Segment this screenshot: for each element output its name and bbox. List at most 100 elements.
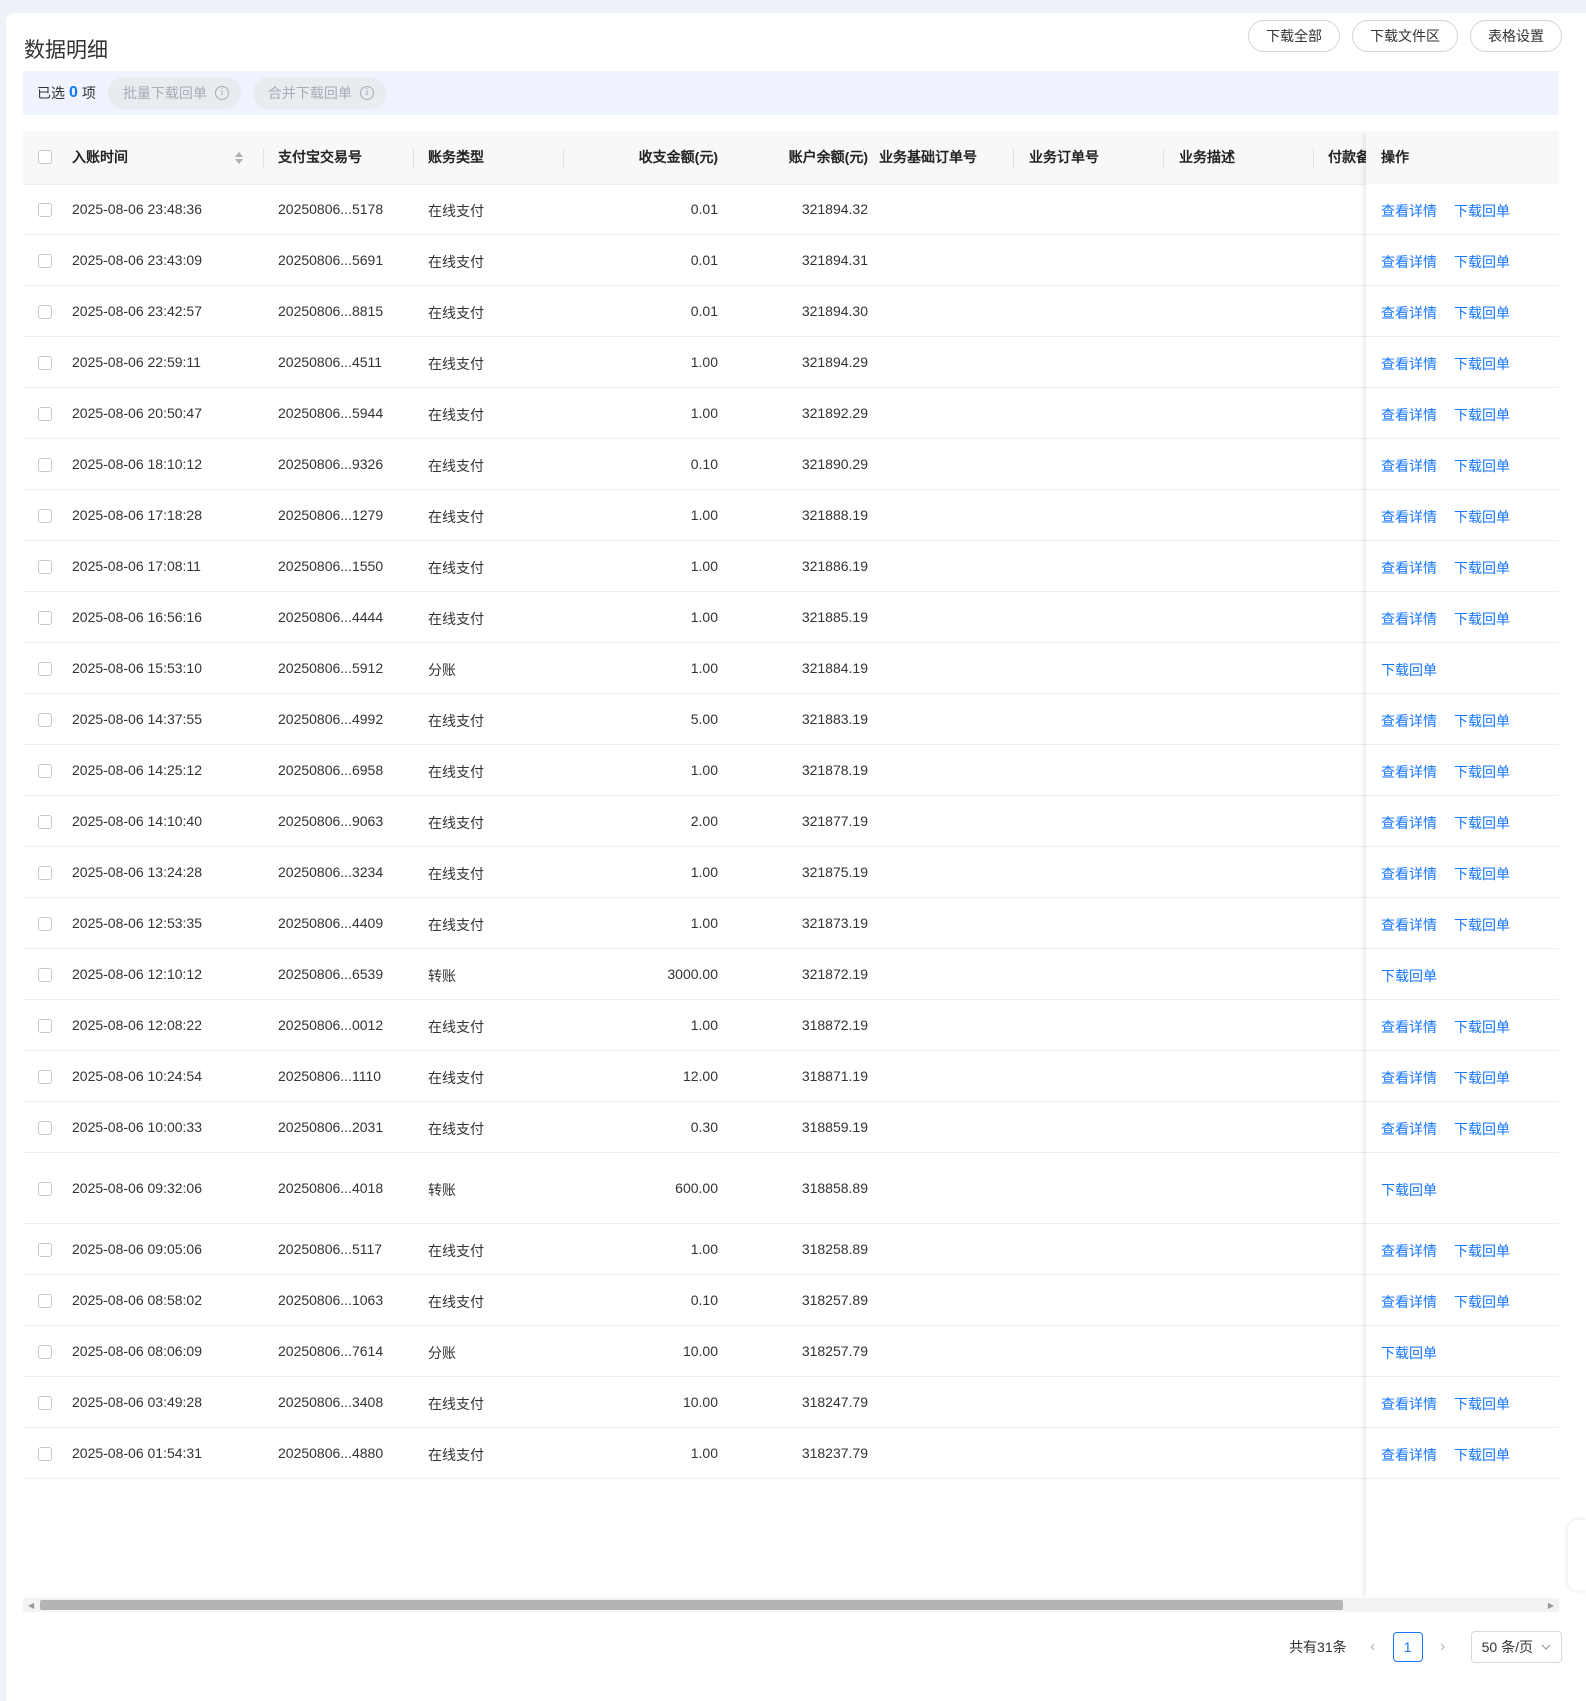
view-detail-link[interactable]: 查看详情 xyxy=(1381,1017,1437,1037)
download-receipt-link[interactable]: 下载回单 xyxy=(1381,966,1437,986)
scrollbar-thumb[interactable] xyxy=(40,1600,1343,1610)
view-detail-link[interactable]: 查看详情 xyxy=(1381,405,1437,425)
row-checkbox[interactable] xyxy=(38,916,52,931)
cell-balance: 318257.89 xyxy=(801,1291,868,1308)
download-receipt-link[interactable]: 下载回单 xyxy=(1454,813,1510,833)
view-detail-link[interactable]: 查看详情 xyxy=(1381,201,1437,221)
download-receipt-link[interactable]: 下载回单 xyxy=(1381,1343,1437,1363)
download-receipt-link[interactable]: 下载回单 xyxy=(1454,609,1510,629)
download-receipt-link[interactable]: 下载回单 xyxy=(1454,201,1510,221)
cell-alipay-txn: 20250806...3234 xyxy=(278,863,384,880)
view-detail-link[interactable]: 查看详情 xyxy=(1381,864,1437,884)
row-checkbox[interactable] xyxy=(38,202,52,217)
download-receipt-link[interactable]: 下载回单 xyxy=(1454,303,1510,323)
row-checkbox[interactable] xyxy=(38,1069,52,1084)
cell-entry-time: 2025-08-06 13:24:28 xyxy=(72,863,202,880)
download-receipt-link[interactable]: 下载回单 xyxy=(1381,660,1437,680)
row-checkbox[interactable] xyxy=(38,763,52,778)
view-detail-link[interactable]: 查看详情 xyxy=(1381,456,1437,476)
cell-account-type: 分账 xyxy=(428,661,456,678)
floating-help-widget[interactable] xyxy=(1568,1520,1586,1590)
download-receipt-link[interactable]: 下载回单 xyxy=(1454,711,1510,731)
row-checkbox[interactable] xyxy=(38,1395,52,1410)
view-detail-link[interactable]: 查看详情 xyxy=(1381,1241,1437,1261)
cell-alipay-txn: 20250806...4880 xyxy=(278,1444,384,1461)
merge-download-receipt-button[interactable]: 合并下载回单 i xyxy=(252,77,386,109)
view-detail-link[interactable]: 查看详情 xyxy=(1381,1068,1437,1088)
row-checkbox[interactable] xyxy=(38,865,52,880)
view-detail-link[interactable]: 查看详情 xyxy=(1381,1394,1437,1414)
row-checkbox[interactable] xyxy=(38,1446,52,1461)
cell-balance: 321892.29 xyxy=(801,404,868,421)
cell-alipay-txn: 20250806...4018 xyxy=(278,1179,384,1196)
select-all-checkbox[interactable] xyxy=(38,150,52,164)
row-checkbox[interactable] xyxy=(38,304,52,319)
view-detail-link[interactable]: 查看详情 xyxy=(1381,813,1437,833)
row-checkbox[interactable] xyxy=(38,1018,52,1033)
row-checkbox[interactable] xyxy=(38,661,52,676)
download-receipt-link[interactable]: 下载回单 xyxy=(1454,762,1510,782)
view-detail-link[interactable]: 查看详情 xyxy=(1381,1119,1437,1139)
view-detail-link[interactable]: 查看详情 xyxy=(1381,507,1437,527)
cell-balance: 318258.89 xyxy=(801,1240,868,1257)
cell-account-type: 转账 xyxy=(428,1181,456,1198)
download-receipt-link[interactable]: 下载回单 xyxy=(1454,507,1510,527)
row-checkbox[interactable] xyxy=(38,1181,52,1196)
view-detail-link[interactable]: 查看详情 xyxy=(1381,558,1437,578)
view-detail-link[interactable]: 查看详情 xyxy=(1381,1292,1437,1312)
page-size-select[interactable]: 50 条/页 xyxy=(1470,1631,1562,1663)
download-file-area-button[interactable]: 下载文件区 xyxy=(1352,20,1458,52)
row-checkbox[interactable] xyxy=(38,967,52,982)
row-checkbox[interactable] xyxy=(38,1344,52,1359)
view-detail-link[interactable]: 查看详情 xyxy=(1381,354,1437,374)
row-checkbox[interactable] xyxy=(38,1242,52,1257)
download-receipt-link[interactable]: 下载回单 xyxy=(1454,1068,1510,1088)
row-checkbox[interactable] xyxy=(38,1293,52,1308)
view-detail-link[interactable]: 查看详情 xyxy=(1381,711,1437,731)
horizontal-scrollbar[interactable]: ◀ ▶ xyxy=(23,1598,1559,1612)
scroll-left-icon[interactable]: ◀ xyxy=(28,1601,34,1610)
view-detail-link[interactable]: 查看详情 xyxy=(1381,609,1437,629)
row-checkbox[interactable] xyxy=(38,457,52,472)
download-receipt-link[interactable]: 下载回单 xyxy=(1454,1119,1510,1139)
cell-balance: 321873.19 xyxy=(801,914,868,931)
download-receipt-link[interactable]: 下载回单 xyxy=(1454,1445,1510,1465)
row-checkbox[interactable] xyxy=(38,1120,52,1135)
download-receipt-link[interactable]: 下载回单 xyxy=(1454,915,1510,935)
prev-page-icon[interactable]: ‹ xyxy=(1359,1638,1387,1656)
batch-download-receipt-button[interactable]: 批量下载回单 i xyxy=(107,77,241,109)
table-settings-button[interactable]: 表格设置 xyxy=(1470,20,1562,52)
download-receipt-link[interactable]: 下载回单 xyxy=(1454,558,1510,578)
cell-alipay-txn: 20250806...5178 xyxy=(278,200,384,217)
row-checkbox[interactable] xyxy=(38,610,52,625)
download-receipt-link[interactable]: 下载回单 xyxy=(1381,1180,1437,1200)
next-page-icon[interactable]: › xyxy=(1429,1638,1457,1656)
download-receipt-link[interactable]: 下载回单 xyxy=(1454,252,1510,272)
row-checkbox[interactable] xyxy=(38,253,52,268)
view-detail-link[interactable]: 查看详情 xyxy=(1381,1445,1437,1465)
download-all-button[interactable]: 下载全部 xyxy=(1248,20,1340,52)
row-checkbox[interactable] xyxy=(38,559,52,574)
row-checkbox[interactable] xyxy=(38,712,52,727)
download-receipt-link[interactable]: 下载回单 xyxy=(1454,864,1510,884)
download-receipt-link[interactable]: 下载回单 xyxy=(1454,354,1510,374)
row-checkbox[interactable] xyxy=(38,508,52,523)
download-receipt-link[interactable]: 下载回单 xyxy=(1454,1292,1510,1312)
scroll-right-icon[interactable]: ▶ xyxy=(1548,1601,1554,1610)
download-receipt-link[interactable]: 下载回单 xyxy=(1454,456,1510,476)
page-number[interactable]: 1 xyxy=(1392,1632,1423,1662)
download-receipt-link[interactable]: 下载回单 xyxy=(1454,405,1510,425)
cell-alipay-txn: 20250806...7614 xyxy=(278,1342,384,1359)
selection-suffix: 项 xyxy=(81,85,96,101)
row-checkbox[interactable] xyxy=(38,814,52,829)
sort-icon[interactable] xyxy=(235,152,243,164)
download-receipt-link[interactable]: 下载回单 xyxy=(1454,1241,1510,1261)
row-checkbox[interactable] xyxy=(38,355,52,370)
row-checkbox[interactable] xyxy=(38,406,52,421)
download-receipt-link[interactable]: 下载回单 xyxy=(1454,1017,1510,1037)
download-receipt-link[interactable]: 下载回单 xyxy=(1454,1394,1510,1414)
view-detail-link[interactable]: 查看详情 xyxy=(1381,915,1437,935)
view-detail-link[interactable]: 查看详情 xyxy=(1381,252,1437,272)
view-detail-link[interactable]: 查看详情 xyxy=(1381,303,1437,323)
view-detail-link[interactable]: 查看详情 xyxy=(1381,762,1437,782)
